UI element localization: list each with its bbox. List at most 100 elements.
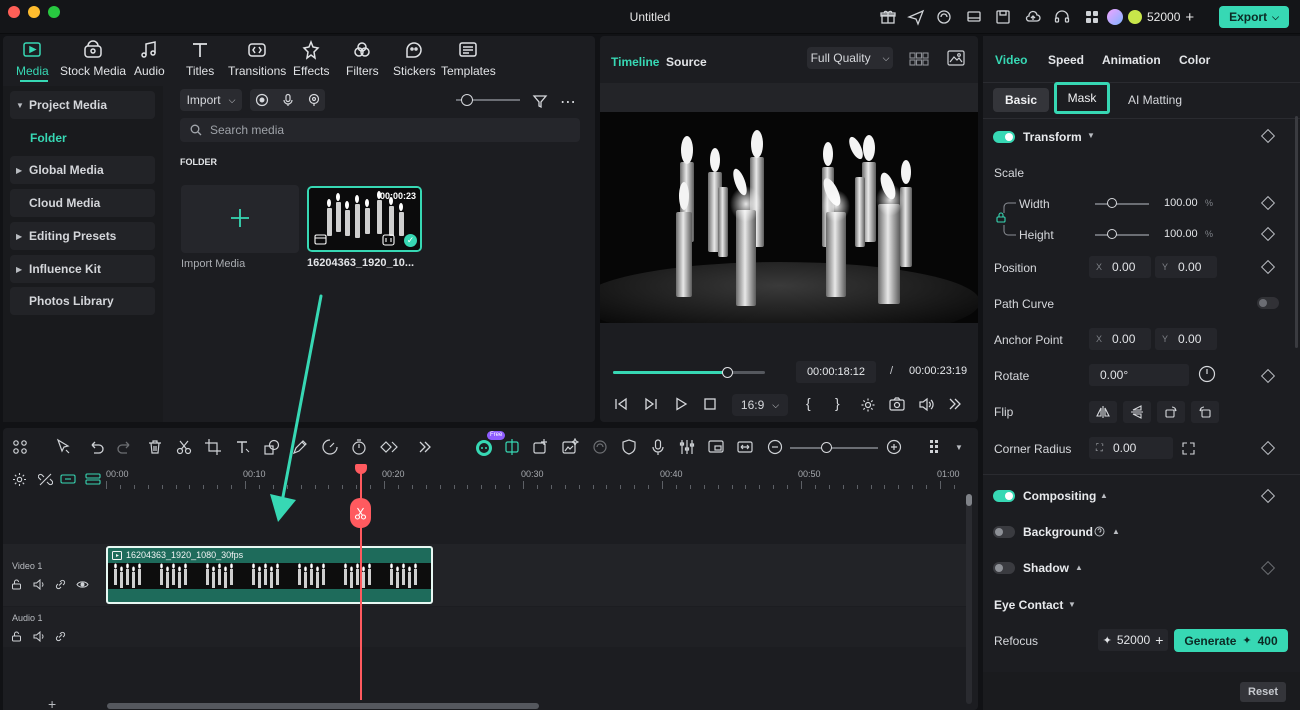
search-input[interactable]: Search media: [180, 118, 580, 142]
record-screen-icon[interactable]: [255, 93, 269, 107]
tab-titles[interactable]: Titles: [186, 40, 214, 82]
flip-horizontal-button[interactable]: [1089, 401, 1117, 423]
snapshot-image-icon[interactable]: [947, 50, 965, 66]
caret-down-icon[interactable]: ▼: [955, 443, 963, 452]
transform-toggle[interactable]: [993, 131, 1015, 143]
corner-radius-field[interactable]: ⛶ 0.00: [1089, 437, 1173, 459]
caret-down-icon[interactable]: ▼: [1087, 131, 1095, 140]
tab-animation[interactable]: Animation: [1102, 53, 1161, 67]
zoom-in-icon[interactable]: [885, 438, 903, 456]
select-pointer-icon[interactable]: [55, 438, 73, 456]
grid-layout-icon[interactable]: [909, 52, 929, 66]
track-link-icon[interactable]: [55, 631, 67, 642]
keyframe-diamond-icon[interactable]: [1260, 440, 1276, 456]
height-slider[interactable]: [1095, 234, 1149, 236]
zoom-out-icon[interactable]: [766, 438, 784, 456]
timeline-vertical-scrollbar[interactable]: [966, 494, 972, 704]
split-scissors-button[interactable]: [350, 498, 371, 528]
fit-timeline-icon[interactable]: [736, 438, 754, 456]
voiceover-icon[interactable]: [307, 93, 321, 107]
community-icon[interactable]: [935, 8, 953, 26]
refocus-credits[interactable]: ✦ 52000 +: [1098, 629, 1168, 651]
tab-timeline-preview[interactable]: Timeline: [611, 55, 659, 69]
quality-dropdown[interactable]: Full Quality ⌵: [807, 47, 893, 69]
flip-vertical-button[interactable]: [1123, 401, 1151, 423]
magnetic-snap-icon[interactable]: [60, 472, 76, 486]
height-slider-knob[interactable]: [1107, 229, 1117, 239]
track-link-icon[interactable]: [55, 579, 67, 590]
playback-scrubber[interactable]: [722, 367, 733, 378]
tab-video[interactable]: Video: [995, 53, 1027, 67]
tab-source-preview[interactable]: Source: [666, 55, 707, 69]
keyframe-diamond-icon[interactable]: [1260, 128, 1276, 144]
compositing-toggle[interactable]: [993, 490, 1015, 502]
more-options-icon[interactable]: ⋯: [560, 92, 577, 112]
tab-effects[interactable]: Effects: [293, 40, 329, 82]
unlink-icon[interactable]: [38, 472, 53, 487]
layout-grid-icon[interactable]: [11, 438, 29, 456]
caret-up-icon[interactable]: ▲: [1112, 527, 1120, 536]
previous-frame-icon[interactable]: [614, 397, 628, 411]
timeline-horizontal-scroll-thumb[interactable]: [107, 703, 539, 709]
caret-down-icon[interactable]: ▼: [1068, 600, 1076, 609]
sidebar-item-folder[interactable]: Folder: [30, 131, 67, 145]
background-toggle[interactable]: [993, 526, 1015, 538]
cloud-upload-icon[interactable]: [1024, 8, 1042, 26]
play-icon[interactable]: [674, 397, 688, 411]
keyframe-diamond-icon[interactable]: [1260, 488, 1276, 504]
subtab-ai-matting[interactable]: AI Matting: [1128, 93, 1182, 107]
track-mute-icon[interactable]: [33, 579, 45, 590]
tab-transitions[interactable]: Transitions: [228, 40, 286, 82]
add-media-icon[interactable]: [532, 438, 550, 456]
picture-in-picture-icon[interactable]: [707, 438, 725, 456]
empty-track-area[interactable]: [106, 490, 966, 544]
tab-filters[interactable]: Filters: [346, 40, 379, 82]
help-icon[interactable]: [1094, 526, 1105, 537]
corner-expand-icon[interactable]: [1182, 442, 1195, 455]
track-lock-icon[interactable]: [11, 579, 22, 590]
subtab-basic[interactable]: Basic: [993, 88, 1049, 112]
keyframe-diamond-icon[interactable]: [1260, 368, 1276, 384]
timer-icon[interactable]: [350, 438, 368, 456]
keyframe-diamond-icon[interactable]: [1260, 195, 1276, 211]
volume-icon[interactable]: [918, 397, 934, 412]
text-tool-icon[interactable]: [234, 438, 252, 456]
sidebar-item-global-media[interactable]: ▶ Global Media: [10, 156, 155, 184]
next-frame-icon[interactable]: [644, 397, 658, 411]
thumbnail-size-knob[interactable]: [461, 94, 473, 106]
rotate-field[interactable]: 0.00°: [1089, 364, 1189, 386]
export-button[interactable]: Export ⌵: [1219, 6, 1289, 28]
microphone-icon[interactable]: [281, 93, 295, 107]
timeline-video-clip[interactable]: 16204363_1920_1080_30fps: [106, 546, 433, 604]
tab-templates[interactable]: Templates: [441, 40, 496, 82]
import-media-tile[interactable]: [181, 185, 299, 253]
redo-icon[interactable]: [116, 438, 134, 456]
headset-icon[interactable]: [1053, 8, 1071, 26]
caret-up-icon[interactable]: ▲: [1100, 491, 1108, 500]
current-time-field[interactable]: 00:00:18:12: [796, 361, 876, 383]
sidebar-item-photos-library[interactable]: Photos Library: [10, 287, 155, 315]
mark-out-icon[interactable]: }: [835, 395, 840, 411]
add-track-icon[interactable]: [85, 472, 101, 486]
credits-display[interactable]: 52000 +: [1107, 6, 1194, 28]
height-value[interactable]: 100.00: [1164, 228, 1198, 240]
add-track-plus-icon[interactable]: +: [48, 696, 56, 710]
filter-icon[interactable]: [532, 93, 548, 109]
lock-icon[interactable]: [996, 212, 1006, 223]
aspect-ratio-dropdown[interactable]: 16:9 ⌵: [732, 394, 788, 416]
shield-icon[interactable]: [620, 438, 638, 456]
video-preview[interactable]: [600, 112, 978, 323]
track-visibility-eye-icon[interactable]: [76, 579, 89, 590]
stabilize-icon[interactable]: [591, 438, 609, 456]
import-dropdown[interactable]: Import ⌵: [180, 89, 242, 111]
tab-media[interactable]: Media: [16, 40, 49, 82]
mark-in-icon[interactable]: {: [806, 395, 811, 411]
monitor-icon[interactable]: [965, 8, 983, 26]
caret-up-icon[interactable]: ▲: [1075, 563, 1083, 572]
zoom-slider[interactable]: [790, 447, 878, 449]
sidebar-item-cloud-media[interactable]: Cloud Media: [10, 189, 155, 217]
width-value[interactable]: 100.00: [1164, 197, 1198, 209]
auto-sync-icon[interactable]: [503, 438, 521, 456]
more-tools-icon[interactable]: [416, 438, 434, 456]
position-x-field[interactable]: X 0.00: [1089, 256, 1151, 278]
